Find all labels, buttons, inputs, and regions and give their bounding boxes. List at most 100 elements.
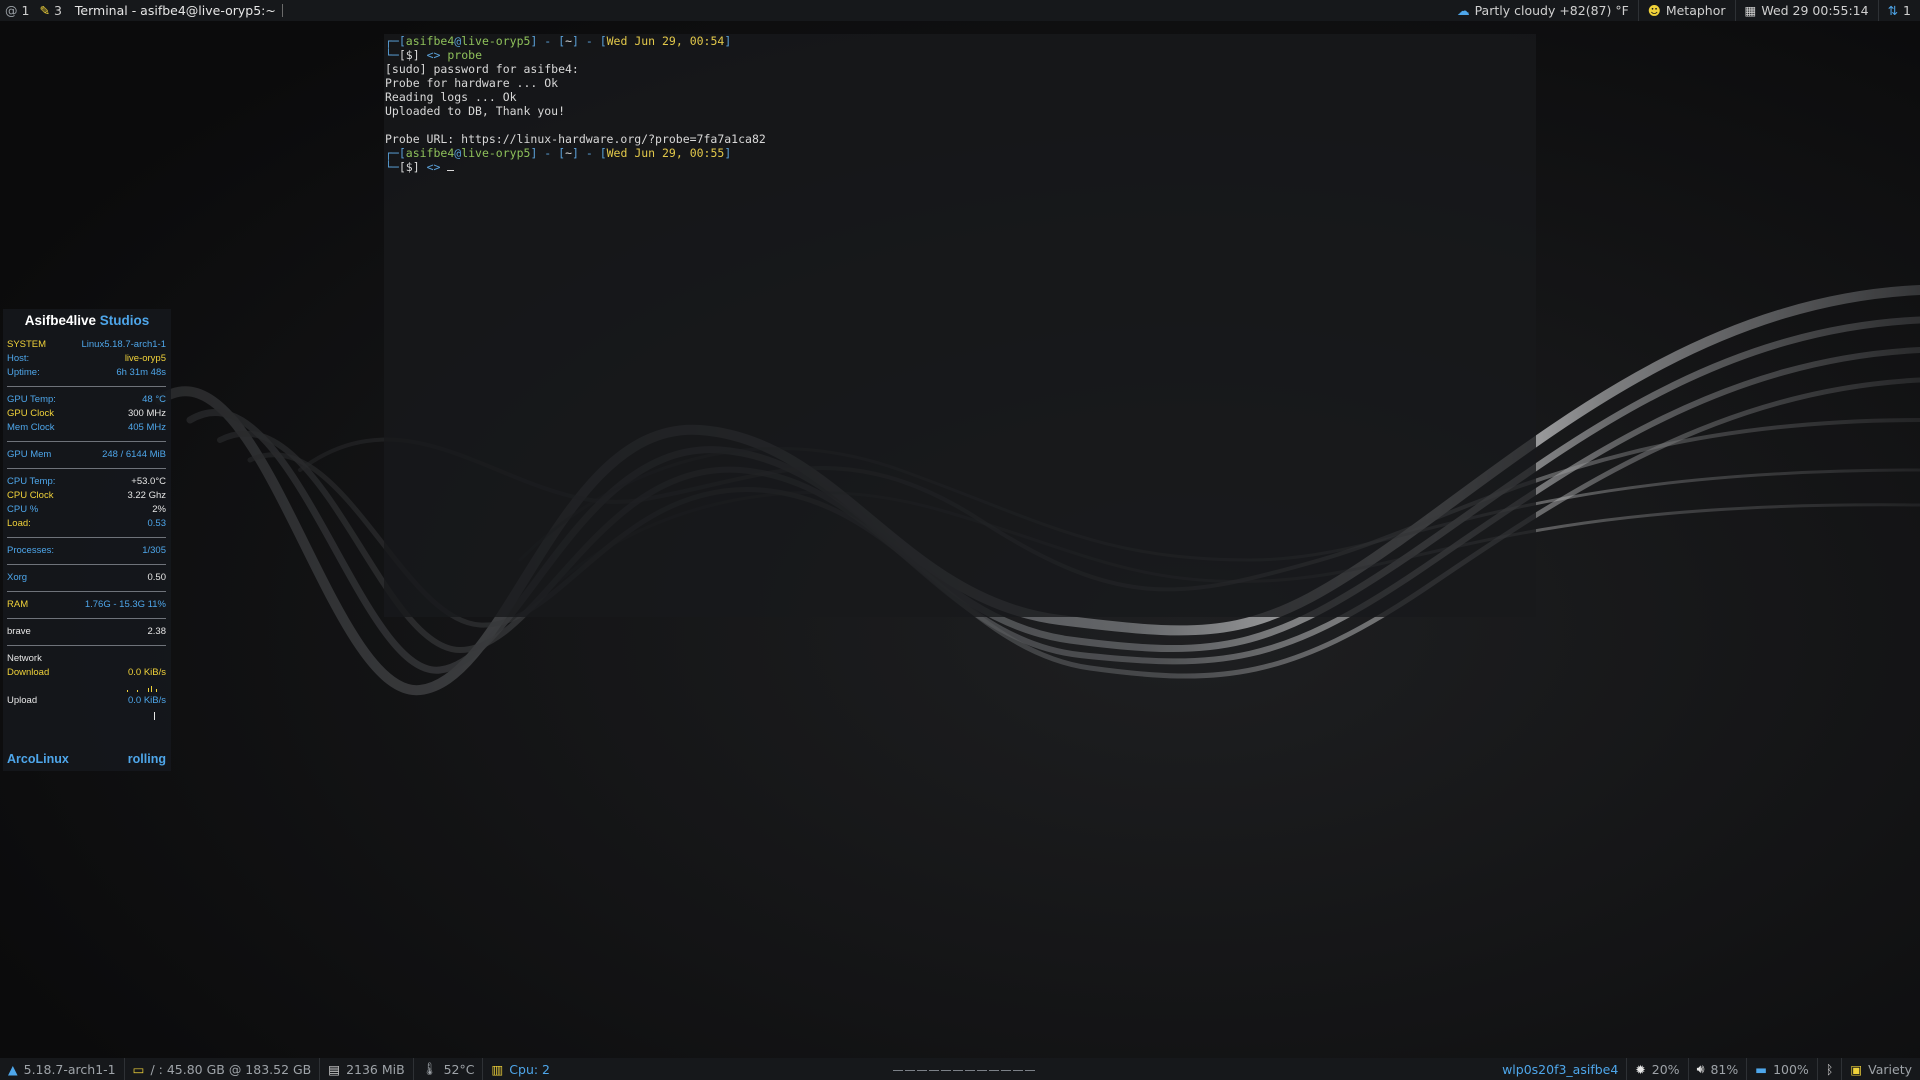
cloud-icon: ☁ [1457,3,1470,18]
cpu-widget[interactable]: ▥ Cpu: 2 [483,1058,558,1080]
terminal-output-line: Uploaded to DB, Thank you! [385,104,566,118]
updates-count: 1 [1903,3,1911,18]
user-widget[interactable]: ☻ Metaphor [1639,0,1736,21]
bluetooth-icon: ᛒ [1825,1061,1834,1077]
volume-icon: 🔊︎ [1696,1061,1705,1076]
workspace-number: 1 [21,3,30,18]
processes-row: Processes: 1/305 [7,545,166,556]
terminal-window[interactable]: ┌─[asifbe4@live-oryp5] - [~] - [Wed Jun … [384,34,1536,617]
weather-text: Partly cloudy +82(87) °F [1474,3,1629,18]
variety-widget[interactable]: ▣ Variety [1842,1058,1920,1080]
release-type: rolling [127,752,166,766]
battery-text: 100% [1773,1061,1809,1077]
temperature-widget[interactable]: 🌡︎ 52°C [414,1058,484,1080]
active-window-title[interactable]: Terminal - asifbe4@live-oryp5:~ [67,4,283,17]
clock-widget[interactable]: ▦ Wed 29 00:55:14 [1736,0,1879,21]
bluetooth-widget[interactable]: ᛒ [1818,1058,1843,1080]
download-graph-bars [127,686,157,692]
system-row: SYSTEM Linux5.18.7-arch1-1 [7,339,166,350]
memory-text: 2136 MiB [346,1061,405,1077]
divider [7,618,166,619]
network-widget[interactable]: wlp0s20f3_asifbe4 [1494,1058,1628,1080]
mem-clock-row: Mem Clock 405 MHz [7,422,166,433]
workspace-indicator[interactable] [893,1058,1035,1080]
thermometer-icon: 🌡︎ [421,1061,438,1076]
divider [7,645,166,646]
calendar-icon: ▦ [1744,3,1757,18]
arch-logo-icon: ▲ [8,1061,18,1077]
download-graph [7,680,166,694]
gpu-temp-row: GPU Temp: 48 °C [7,394,166,405]
memory-icon: ▤ [328,1061,341,1077]
divider [7,468,166,469]
divider [7,591,166,592]
volume-text: 81% [1710,1061,1739,1077]
pencil-icon: ✎ [39,3,50,18]
temperature-text: 52°C [443,1061,475,1077]
volume-widget[interactable]: 🔊︎ 81% [1689,1058,1748,1080]
brightness-icon: ✹ [1635,1061,1646,1077]
terminal-output-line: [sudo] password for asifbe4: [385,62,579,76]
brightness-widget[interactable]: ✹ 20% [1627,1058,1689,1080]
battery-icon: ▬ [1755,1061,1768,1077]
cpu-clock-row: CPU Clock 3.22 Ghz [7,490,166,501]
terminal-output-line: Probe URL: https://linux-hardware.org/?p… [385,132,766,146]
text-cursor [447,160,455,171]
divider [7,537,166,538]
terminal-input-line[interactable]: └─[$] <> [385,160,1535,174]
battery-widget[interactable]: ▬ 100% [1747,1058,1818,1080]
terminal-prompt-line: ┌─[asifbe4@live-oryp5] - [~] - [Wed Jun … [385,146,732,160]
uptime-row: Uptime: 6h 31m 48s [7,367,166,378]
xorg-row: Xorg 0.50 [7,572,166,583]
disk-text: / : 45.80 GB @ 183.52 GB [150,1061,312,1077]
terminal-prompt-line: ┌─[asifbe4@live-oryp5] - [~] - [Wed Jun … [385,34,732,48]
terminal-output-line: Probe for hardware ... Ok [385,76,559,90]
load-row: Load: 0.53 [7,518,166,529]
brave-row: brave 2.38 [7,626,166,637]
bottom-panel: ▲ 5.18.7-arch1-1 ▭ / : 45.80 GB @ 183.52… [0,1058,1920,1080]
terminal-output-line: Reading logs ... Ok [385,90,517,104]
divider [7,564,166,565]
at-icon: @ [5,3,18,18]
top-panel: @ 1 ✎ 3 Terminal - asifbe4@live-oryp5:~ … [0,0,1920,21]
upload-graph [7,708,166,722]
clock-text: Wed 29 00:55:14 [1761,3,1869,18]
workspace-3[interactable]: ✎ 3 [34,0,66,21]
user-name: Metaphor [1665,3,1726,18]
cpu-percent-row: CPU % 2% [7,504,166,515]
brightness-text: 20% [1651,1061,1680,1077]
kernel-text: 5.18.7-arch1-1 [23,1061,116,1077]
distro-name: ArcoLinux [7,752,69,766]
gpu-mem-row: GPU Mem 248 / 6144 MiB [7,449,166,460]
host-row: Host: live-oryp5 [7,353,166,364]
updates-widget[interactable]: ⇅ 1 [1879,0,1920,21]
conky-footer: ArcoLinux rolling [3,752,171,766]
gpu-clock-row: GPU Clock 300 MHz [7,408,166,419]
variety-text: Variety [1868,1061,1912,1077]
cpu-text: Cpu: 2 [509,1061,551,1077]
memory-widget[interactable]: ▤ 2136 MiB [320,1058,414,1080]
network-heading: Network [7,653,42,664]
divider [7,386,166,387]
conky-title: Asifbe4live Studios [3,313,171,331]
chart-icon: ▥ [491,1061,504,1077]
upload-row: Upload 0.0 KiB/s [7,695,166,706]
conky-title-accent: Studios [99,313,150,328]
user-icon: ☻ [1647,3,1661,18]
workspace-number: 3 [53,3,62,18]
ram-row: RAM 1.76G - 15.3G 11% [7,599,166,610]
upload-graph-bars [154,712,155,720]
updates-icon: ⇅ [1887,3,1899,18]
workspace-1[interactable]: @ 1 [0,0,34,21]
image-icon: ▣ [1850,1061,1863,1077]
network-text: wlp0s20f3_asifbe4 [1502,1061,1619,1077]
conky-title-main: Asifbe4live [24,313,97,328]
kernel-widget[interactable]: ▲ 5.18.7-arch1-1 [0,1058,125,1080]
disk-widget[interactable]: ▭ / : 45.80 GB @ 183.52 GB [125,1058,321,1080]
download-row: Download 0.0 KiB/s [7,667,166,678]
divider [7,441,166,442]
weather-widget[interactable]: ☁ Partly cloudy +82(87) °F [1448,0,1639,21]
conky-system-monitor: Asifbe4live Studios SYSTEM Linux5.18.7-ar… [3,309,171,771]
cpu-temp-row: CPU Temp: +53.0°C [7,476,166,487]
